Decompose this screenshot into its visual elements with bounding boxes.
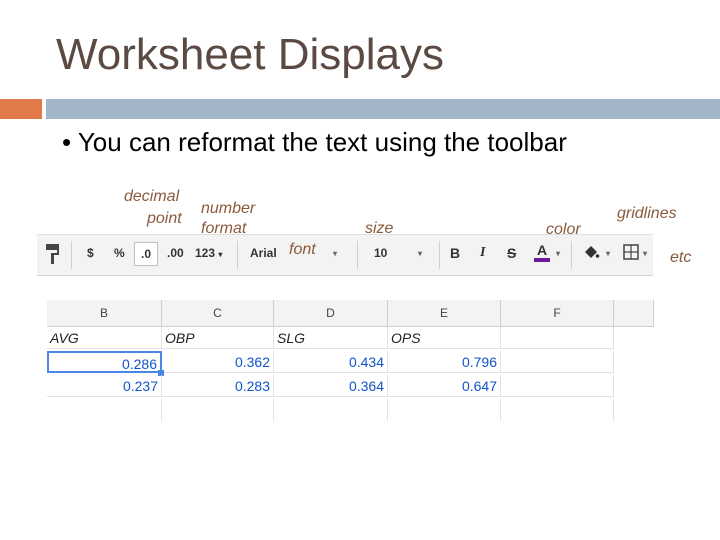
italic-button[interactable]: I <box>480 245 485 261</box>
table-cell[interactable] <box>501 327 614 349</box>
chevron-down-icon[interactable]: ▾ <box>418 249 422 258</box>
decrease-decimal-button[interactable]: .0 <box>134 242 158 266</box>
table-cell[interactable] <box>162 399 274 421</box>
font-family-select[interactable]: Arial <box>250 246 277 260</box>
borders-icon[interactable] <box>623 244 639 263</box>
annotation-decimal: decimal <box>124 188 180 205</box>
text-color-button[interactable]: A <box>534 242 551 262</box>
decrease-decimal-label: .0 <box>140 247 151 261</box>
bold-button[interactable]: B <box>450 245 460 261</box>
table-cell[interactable]: 0.647 <box>388 375 501 397</box>
toolbar-separator <box>439 241 440 269</box>
table-cell[interactable]: 0.362 <box>162 351 274 373</box>
font-size-select[interactable]: 10 <box>374 246 387 260</box>
strikethrough-button[interactable]: S <box>507 245 516 261</box>
table-cell[interactable] <box>388 399 501 421</box>
selected-cell[interactable]: 0.286 <box>47 351 162 373</box>
number-format-label: 123 <box>195 246 216 260</box>
column-header-f[interactable]: F <box>501 300 614 327</box>
table-cell[interactable]: AVG <box>47 327 162 349</box>
toolbar: $ % .0 .00 123 ▾ Arial font ▾ 10 ▾ B I S… <box>37 234 653 276</box>
chevron-down-icon[interactable]: ▾ <box>556 249 560 258</box>
table-cell[interactable] <box>501 375 614 397</box>
bullet-text: • You can reformat the text using the to… <box>62 127 567 157</box>
toolbar-separator <box>237 241 238 269</box>
chevron-down-icon[interactable]: ▾ <box>643 249 647 258</box>
annotation-etc: etc <box>670 249 692 266</box>
column-header-d[interactable]: D <box>274 300 388 327</box>
number-format-button[interactable]: 123 ▾ <box>195 246 222 260</box>
column-header-e[interactable]: E <box>388 300 501 327</box>
currency-button[interactable]: $ <box>87 246 94 260</box>
table-cell[interactable] <box>501 399 614 421</box>
column-header-extra <box>614 300 654 327</box>
annotation-number: number <box>201 200 256 217</box>
table-cell[interactable]: 0.434 <box>274 351 388 373</box>
table-cell[interactable]: OPS <box>388 327 501 349</box>
chevron-down-icon[interactable]: ▾ <box>606 249 610 258</box>
annotation-font: font <box>289 241 316 258</box>
fill-color-icon[interactable] <box>582 244 600 265</box>
table-cell[interactable]: 0.364 <box>274 375 388 397</box>
column-header-b[interactable]: B <box>47 300 162 327</box>
toolbar-separator <box>357 241 358 269</box>
paint-format-icon[interactable] <box>45 243 61 268</box>
toolbar-separator <box>571 241 572 269</box>
chevron-down-icon[interactable]: ▾ <box>333 249 337 258</box>
table-cell[interactable] <box>47 399 162 421</box>
table-cell[interactable]: SLG <box>274 327 388 349</box>
table-cell[interactable]: OBP <box>162 327 274 349</box>
table-cell[interactable]: 0.283 <box>162 375 274 397</box>
toolbar-separator <box>71 241 72 269</box>
table-cell[interactable] <box>274 399 388 421</box>
table-cell[interactable]: 0.237 <box>47 375 162 397</box>
table-cell[interactable]: 0.796 <box>388 351 501 373</box>
slide-title: Worksheet Displays <box>56 30 444 79</box>
percent-button[interactable]: % <box>114 246 125 260</box>
accent-bar-orange <box>0 99 42 119</box>
column-header-c[interactable]: C <box>162 300 274 327</box>
annotation-gridlines: gridlines <box>617 205 677 222</box>
table-cell[interactable] <box>501 351 614 373</box>
annotation-point: point <box>147 210 182 227</box>
spreadsheet-screenshot: $ % .0 .00 123 ▾ Arial font ▾ 10 ▾ B I S… <box>37 234 654 421</box>
accent-bar-blue <box>46 99 720 119</box>
chevron-down-icon: ▾ <box>218 250 223 259</box>
increase-decimal-button[interactable]: .00 <box>167 246 184 260</box>
